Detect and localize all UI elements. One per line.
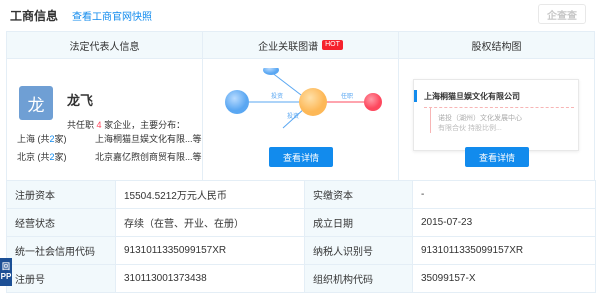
paid-capital-label: 实缴资本: [304, 180, 413, 209]
credit-code-value: 9131011335099157XR: [115, 236, 305, 265]
equity-shareholder-detail: 有限合伙 持股比例...: [438, 125, 502, 132]
founded-date-value: 2015-07-23: [412, 208, 596, 237]
legal-rep-summary: 共任职 4 家企业，主要分布：: [67, 120, 186, 130]
taxpayer-id-label: 纳税人识别号: [304, 236, 413, 265]
org-code-label: 组织机构代码: [304, 264, 413, 293]
node-top: [263, 68, 279, 75]
registered-capital-value: 15504.5212万元人民币: [115, 180, 305, 209]
relation-graph-detail-button[interactable]: 查看详情: [269, 147, 333, 167]
legal-rep-name[interactable]: 龙飞: [67, 90, 93, 109]
summary-panels: 法定代表人信息 龙 龙飞 共任职 4 家企业，主要分布： 上海 (共2家) 上海…: [6, 31, 595, 181]
relation-graph-panel: 企业关联图谱 HOT 投资 任职 投资 查看详情: [203, 32, 399, 180]
equity-accent-bar: [414, 90, 417, 102]
taxpayer-id-value: 9131011335099157XR: [412, 236, 596, 265]
equity-heading: 股权结构图: [399, 32, 594, 59]
equity-company-name: 上海桐猫旦娱文化有限公司: [424, 92, 520, 101]
paid-capital-value: -: [412, 180, 596, 209]
org-code-value: 35099157-X: [412, 264, 596, 293]
section-header: 工商信息 查看工商官网快照: [10, 6, 152, 24]
business-info-table: 注册资本 15504.5212万元人民币 实缴资本 - 经营状态 存续（在营、开…: [6, 180, 596, 293]
relation-graph-heading: 企业关联图谱 HOT: [203, 32, 398, 59]
edge-label-invest-2: 投资: [287, 112, 299, 120]
node-center: [299, 88, 327, 116]
location-shanghai-company[interactable]: 上海桐猫旦娱文化有限...等: [95, 132, 202, 145]
avatar: 龙: [19, 86, 53, 120]
registration-number-value: 310113001373438: [115, 264, 305, 293]
official-snapshot-link[interactable]: 查看工商官网快照: [72, 8, 152, 23]
founded-date-label: 成立日期: [304, 208, 413, 237]
registered-capital-label: 注册资本: [6, 180, 116, 209]
table-row: 注册号 310113001373438 组织机构代码 35099157-X: [6, 264, 596, 293]
brand-watermark: 企查查: [538, 4, 586, 24]
equity-shareholder: 诺投（湖州）文化发展中心: [438, 115, 522, 122]
location-beijing: 北京 (共2家): [17, 152, 67, 162]
equity-thumbnail[interactable]: 上海桐猫旦娱文化有限公司 诺投（湖州）文化发展中心 有限合伙 持股比例...: [413, 79, 579, 151]
status-label: 经营状态: [6, 208, 116, 237]
status-value: 存续（在营、开业、在册）: [115, 208, 305, 237]
node-right: [364, 93, 382, 111]
edge-label-role: 任职: [341, 92, 353, 100]
table-row: 经营状态 存续（在营、开业、在册） 成立日期 2015-07-23: [6, 208, 596, 237]
table-row: 注册资本 15504.5212万元人民币 实缴资本 -: [6, 180, 596, 209]
registration-number-label: 注册号: [6, 264, 116, 293]
app-side-tab[interactable]: 回 PP: [0, 258, 12, 286]
section-title: 工商信息: [10, 8, 59, 23]
equity-divider: [424, 107, 574, 108]
location-shanghai: 上海 (共2家): [17, 134, 67, 144]
equity-detail-button[interactable]: 查看详情: [465, 147, 529, 167]
equity-connector: [430, 107, 431, 133]
equity-panel: 股权结构图 上海桐猫旦娱文化有限公司 诺投（湖州）文化发展中心 有限合伙 持股比…: [399, 32, 594, 180]
credit-code-label: 统一社会信用代码: [6, 236, 116, 265]
legal-rep-heading: 法定代表人信息: [7, 32, 202, 59]
edge-label-invest-1: 投资: [271, 92, 283, 100]
legal-rep-panel: 法定代表人信息 龙 龙飞 共任职 4 家企业，主要分布： 上海 (共2家) 上海…: [7, 32, 203, 180]
node-left: [225, 90, 249, 114]
table-row: 统一社会信用代码 9131011335099157XR 纳税人识别号 91310…: [6, 236, 596, 265]
location-beijing-company[interactable]: 北京嘉亿煦创商贸有限...等: [95, 150, 202, 163]
hot-badge: HOT: [322, 40, 343, 50]
